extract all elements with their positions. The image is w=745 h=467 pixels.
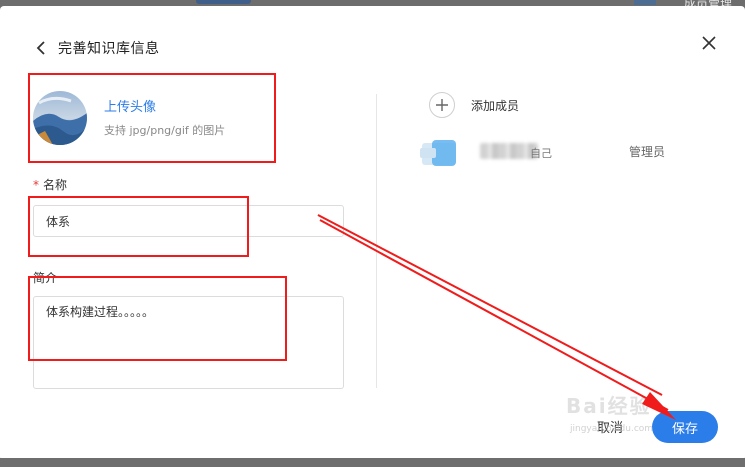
name-label-text: 名称 [43, 178, 68, 192]
name-label: * 名称 [33, 176, 67, 193]
close-icon[interactable] [702, 35, 720, 53]
member-role[interactable]: 管理员 [629, 143, 665, 160]
member-avatar [420, 140, 458, 166]
watermark-url: jingyan.baidu.com [570, 424, 654, 434]
background-thumbnail [634, 0, 656, 5]
dialog-header: 完善知识库信息 [36, 38, 160, 58]
member-self-tag: 自己 [530, 147, 552, 160]
chevron-left-icon[interactable] [36, 39, 52, 57]
plus-icon [429, 92, 455, 118]
dialog-title: 完善知识库信息 [58, 41, 160, 57]
background-bottom-strip [0, 458, 745, 467]
background-thumbnail [196, 0, 251, 4]
add-member-label: 添加成员 [471, 98, 520, 113]
annotation-box-name [28, 196, 249, 257]
annotation-box-intro [28, 276, 287, 361]
member-row: 自己 管理员 [420, 140, 690, 168]
add-member-button[interactable]: 添加成员 [429, 92, 519, 118]
annotation-box-avatar [28, 73, 276, 163]
watermark-logo: Bai经验 [566, 394, 652, 418]
save-button[interactable]: 保存 [652, 411, 718, 443]
column-divider [376, 94, 377, 388]
required-mark: * [33, 178, 39, 192]
